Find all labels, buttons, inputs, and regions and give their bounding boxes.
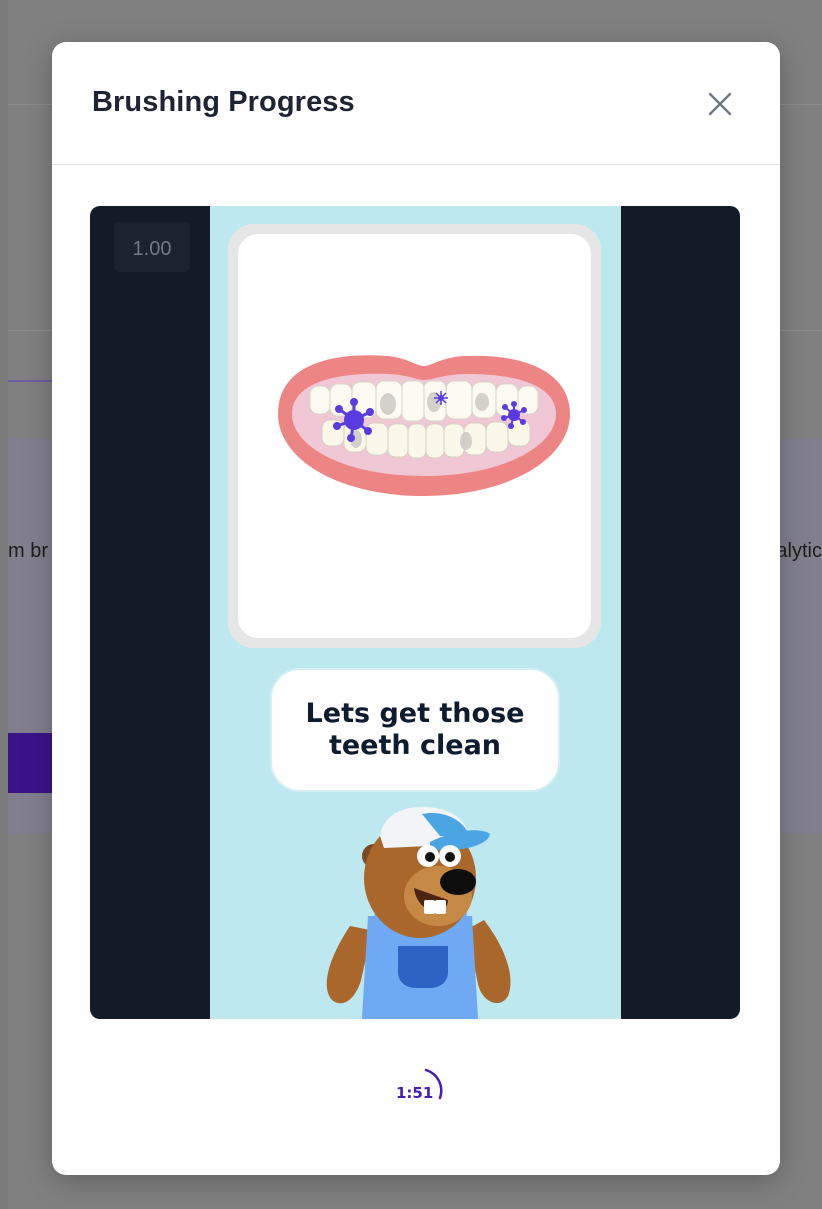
background-text-right: alytic: [776, 540, 822, 562]
background-text-left: m br: [8, 540, 48, 562]
modal-title: Brushing Progress: [92, 86, 355, 118]
timer-text: 1:51: [396, 1084, 434, 1102]
speech-text: Lets get those teeth clean: [305, 698, 525, 761]
modal-header: Brushing Progress: [52, 42, 780, 165]
brushing-timer: 1:51: [392, 1066, 452, 1116]
speech-bubble: Lets get those teeth clean: [270, 668, 560, 792]
mouth-card: [228, 224, 601, 648]
teeth-illustration: [278, 355, 570, 496]
brushing-video-player[interactable]: 1.00 Lets get those teeth clean: [90, 206, 740, 1019]
brushing-progress-modal: Brushing Progress 1.00 Lets get those te…: [52, 42, 780, 1175]
close-button[interactable]: [704, 88, 736, 120]
game-area: Lets get those teeth clean: [210, 206, 621, 1019]
beaver-mascot-icon: [326, 806, 511, 1019]
close-icon: [708, 92, 732, 116]
background-button: [8, 733, 52, 793]
mouth-card-inner: [238, 234, 591, 638]
playback-speed-badge[interactable]: 1.00: [114, 222, 190, 272]
background-tab: [8, 334, 52, 382]
